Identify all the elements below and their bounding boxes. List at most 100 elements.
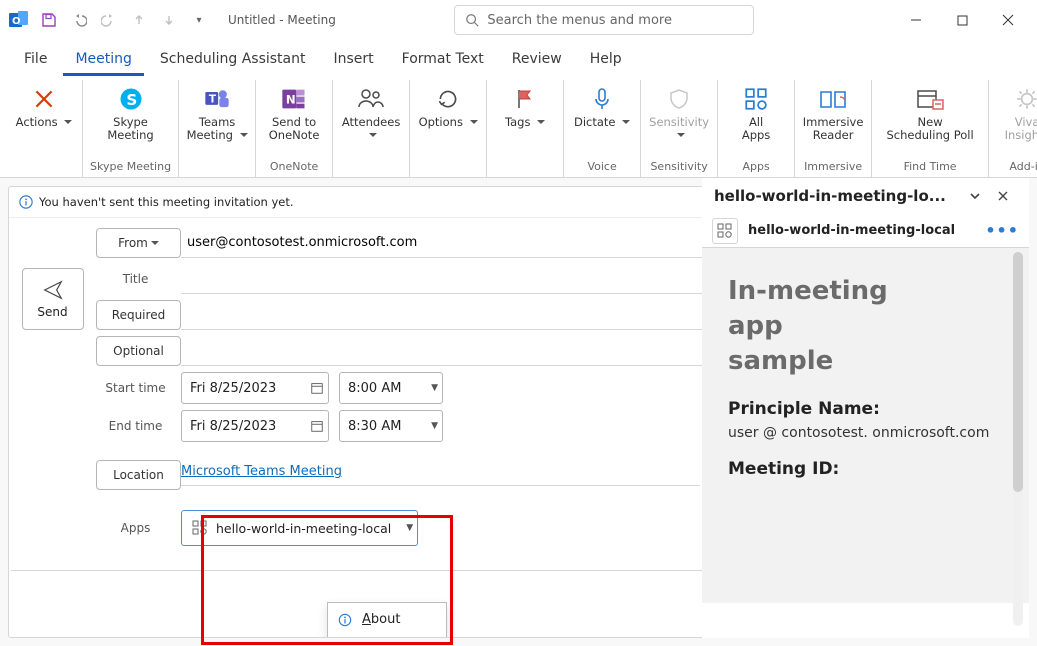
chevron-down-icon (969, 190, 981, 202)
ribbon-teams-meeting[interactable]: TTeamsMeeting (186, 80, 248, 142)
end-time-label: End time (96, 419, 181, 433)
app-context-menu: About Settings Remove (327, 602, 447, 637)
ribbon-options[interactable]: Options (417, 80, 479, 129)
ribbon-group-label: Sensitivity (650, 158, 707, 177)
maximize-button[interactable] (939, 5, 985, 35)
tab-meeting[interactable]: Meeting (63, 45, 143, 76)
ribbon-immersive-reader[interactable]: ImmersiveReader (802, 80, 864, 142)
svg-text:S: S (126, 91, 137, 109)
ribbon-new-scheduling-poll[interactable]: NewScheduling Poll (879, 80, 981, 142)
svg-text:T: T (209, 94, 217, 106)
panel-heading: In-meeting app sample (728, 274, 888, 379)
apps-label: Apps (96, 521, 181, 535)
panel-more-button[interactable]: ••• (985, 221, 1019, 240)
x-red-icon (31, 84, 57, 114)
ribbon-send-to-onenote[interactable]: NSend toOneNote (263, 80, 325, 142)
tab-insert[interactable]: Insert (322, 45, 386, 76)
panel-app-icon (712, 218, 738, 244)
ribbon-group-label: Apps (742, 158, 769, 177)
window-title: Untitled - Meeting (228, 13, 336, 27)
svg-text:O: O (12, 16, 21, 27)
ribbon-tabs: FileMeetingScheduling AssistantInsertFor… (0, 40, 1037, 76)
ribbon-all-apps[interactable]: AllApps (725, 80, 787, 142)
ribbon-actions[interactable]: Actions (13, 80, 75, 129)
ribbon-dictate[interactable]: Dictate (571, 80, 633, 129)
side-panel: hello-world-in-meeting-lo... hello-world… (702, 178, 1029, 638)
menu-settings[interactable]: Settings (328, 632, 446, 637)
info-icon (19, 195, 33, 209)
close-icon (997, 190, 1009, 202)
panel-subtitle: hello-world-in-meeting-local (748, 223, 975, 238)
tab-help[interactable]: Help (578, 45, 634, 76)
ribbon-group-label: Skype Meeting (90, 158, 171, 177)
panel-close-button[interactable] (989, 186, 1017, 206)
tab-review[interactable]: Review (500, 45, 574, 76)
ribbon: Actions SSkypeMeeting Skype Meeting TTeams… (0, 76, 1037, 178)
skype-icon: S (117, 84, 145, 114)
teams-icon: T (203, 84, 231, 114)
sched-icon (915, 84, 945, 114)
reader-icon (818, 84, 848, 114)
ribbon-sensitivity[interactable]: Sensitivity (648, 80, 710, 142)
onenote-icon: N (280, 84, 308, 114)
menu-about[interactable]: About (328, 607, 446, 632)
info-icon (338, 613, 352, 627)
end-time-input[interactable]: 8:30 AM▼ (339, 410, 443, 442)
meeting-app-pill[interactable]: hello-world-in-meeting-local ▼ (181, 510, 418, 546)
redo-button[interactable] (96, 6, 122, 34)
viva-icon (1014, 84, 1037, 114)
minimize-button[interactable] (893, 5, 939, 35)
tab-scheduling-assistant[interactable]: Scheduling Assistant (148, 45, 318, 76)
panel-title: hello-world-in-meeting-lo... (714, 187, 961, 205)
flag-icon (513, 84, 537, 114)
ribbon-skype-meeting[interactable]: SSkypeMeeting (100, 80, 162, 142)
title-label: Title (96, 272, 181, 286)
outlook-icon: O (6, 6, 32, 34)
location-button[interactable]: Location (96, 460, 181, 490)
ribbon-group-label: Immersive (804, 158, 862, 177)
principle-name-label: Principle Name: (728, 399, 1011, 419)
prev-item-button[interactable] (126, 6, 152, 34)
meeting-id-label: Meeting ID: (728, 459, 1011, 479)
start-time-label: Start time (96, 381, 181, 395)
send-icon (42, 279, 64, 301)
panel-scrollbar[interactable] (1013, 252, 1023, 626)
tab-format-text[interactable]: Format Text (390, 45, 496, 76)
send-button[interactable]: Send (22, 268, 84, 330)
save-button[interactable] (36, 6, 62, 34)
panel-collapse-button[interactable] (961, 186, 989, 206)
attendees-icon (357, 84, 385, 114)
ribbon-group-label: Add-in (1009, 158, 1037, 177)
optional-button[interactable]: Optional (96, 336, 181, 366)
ribbon-group-label: OneNote (270, 158, 318, 177)
end-date-input[interactable]: Fri 8/25/2023 (181, 410, 329, 442)
ribbon-viva-insights[interactable]: VivaInsights (996, 80, 1037, 142)
search-icon (465, 13, 479, 27)
qat-customize[interactable]: ▾ (186, 6, 212, 34)
calendar-icon (310, 419, 324, 433)
shield-icon (667, 84, 691, 114)
next-item-button[interactable] (156, 6, 182, 34)
ribbon-group-label: Find Time (904, 158, 957, 177)
info-text: You haven't sent this meeting invitation… (39, 195, 294, 209)
apps-icon (743, 84, 769, 114)
from-button[interactable]: From (96, 228, 181, 258)
ribbon-attendees[interactable]: Attendees (340, 80, 402, 142)
location-value[interactable]: Microsoft Teams Meeting (181, 464, 342, 479)
ribbon-group-label: Voice (587, 158, 616, 177)
undo-button[interactable] (66, 6, 92, 34)
principle-name-value: user @ contosotest. onmicrosoft.com (728, 425, 1011, 441)
app-icon (192, 520, 208, 536)
start-date-input[interactable]: Fri 8/25/2023 (181, 372, 329, 404)
ribbon-tags[interactable]: Tags (494, 80, 556, 129)
svg-text:N: N (286, 93, 296, 107)
search-placeholder: Search the menus and more (487, 13, 672, 28)
close-button[interactable] (985, 5, 1031, 35)
options-icon (435, 84, 461, 114)
required-button[interactable]: Required (96, 300, 181, 330)
start-time-input[interactable]: 8:00 AM▼ (339, 372, 443, 404)
tab-file[interactable]: File (12, 45, 59, 76)
mic-icon (590, 84, 614, 114)
calendar-icon (310, 381, 324, 395)
search-input[interactable]: Search the menus and more (454, 5, 754, 35)
